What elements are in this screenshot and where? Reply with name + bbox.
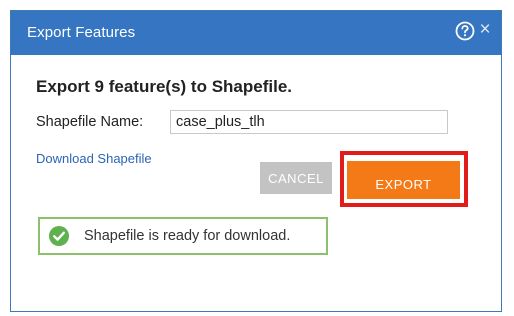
shapefile-name-input[interactable] [170, 110, 448, 134]
status-message: Shapefile is ready for download. [38, 217, 328, 255]
export-button[interactable]: EXPORT [347, 161, 460, 199]
status-text: Shapefile is ready for download. [84, 228, 291, 244]
close-icon[interactable]: × [477, 20, 493, 40]
export-heading: Export 9 feature(s) to Shapefile. [36, 77, 292, 96]
download-shapefile-link[interactable]: Download Shapefile [36, 151, 152, 166]
shapefile-name-label: Shapefile Name: [36, 114, 144, 130]
dialog-title: Export Features [27, 24, 136, 41]
export-features-dialog: Export Features × Export 9 feature(s) to… [10, 10, 502, 312]
dialog-titlebar: Export Features × [11, 11, 501, 55]
cancel-button[interactable]: CANCEL [260, 162, 332, 194]
check-circle-icon [49, 226, 69, 246]
help-icon[interactable] [455, 21, 475, 41]
